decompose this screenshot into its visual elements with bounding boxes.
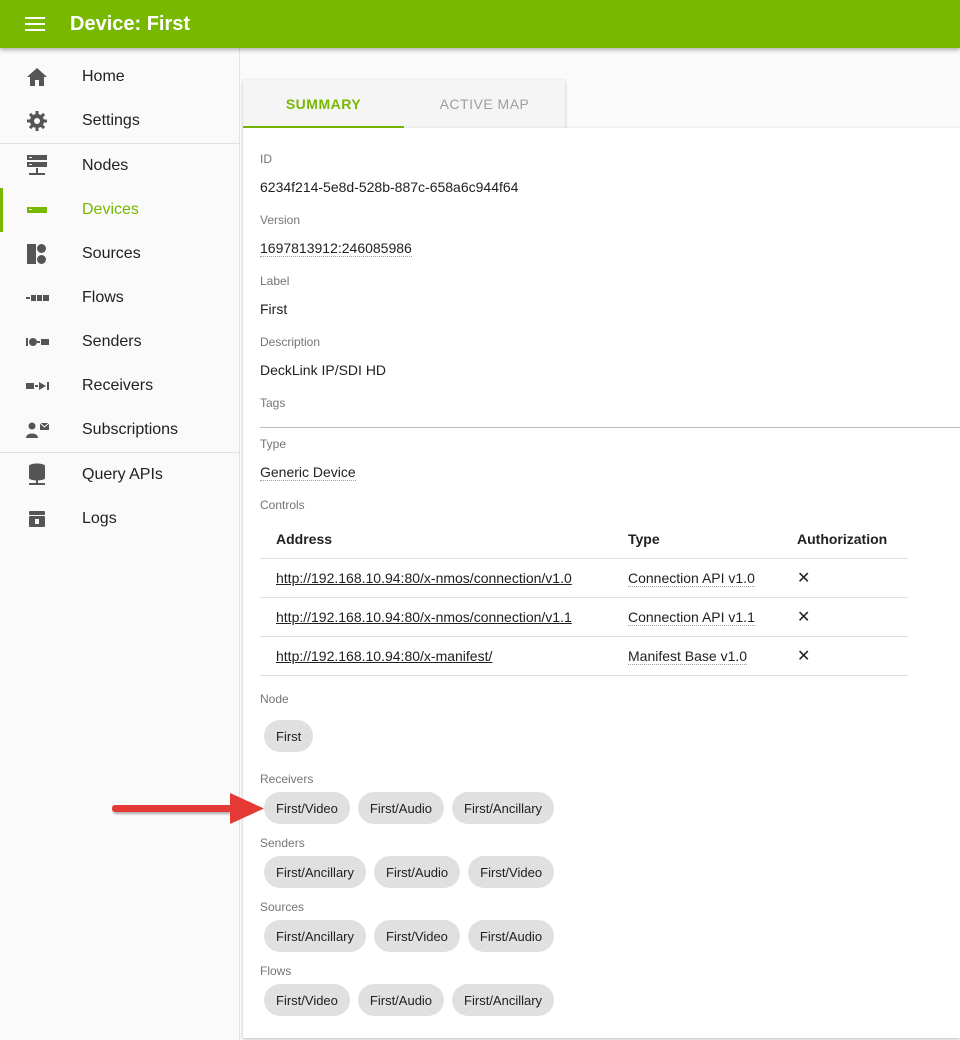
sidebar-item-subscriptions[interactable]: Subscriptions xyxy=(0,408,239,452)
tab-bar: SUMMARY ACTIVE MAP xyxy=(243,80,565,128)
sidebar-item-flows[interactable]: Flows xyxy=(0,276,239,320)
label-value: First xyxy=(260,301,288,317)
close-icon: ✕ xyxy=(797,569,811,587)
id-label: ID xyxy=(260,152,272,166)
annotation-arrow-icon xyxy=(112,793,264,824)
senders-chips: First/Ancillary First/Audio First/Video xyxy=(264,856,555,888)
chip-source[interactable]: First/Audio xyxy=(467,920,555,952)
chip-flow[interactable]: First/Ancillary xyxy=(452,984,555,1016)
table-row: http://192.168.10.94:80/x-manifest/ Mani… xyxy=(260,636,908,676)
chip-source[interactable]: First/Ancillary xyxy=(264,920,367,952)
control-address-link[interactable]: http://192.168.10.94:80/x-nmos/connectio… xyxy=(276,570,572,586)
label-label: Label xyxy=(260,274,290,288)
sidebar-item-senders[interactable]: Senders xyxy=(0,320,239,364)
sidebar-item-label: Receivers xyxy=(82,377,154,394)
control-type: Connection API v1.0 xyxy=(628,569,755,587)
chip-receiver[interactable]: First/Ancillary xyxy=(452,792,555,824)
sources-chips: First/Ancillary First/Video First/Audio xyxy=(264,920,555,952)
version-value: 1697813912:246085986 xyxy=(260,240,412,257)
sidebar-item-label: Sources xyxy=(82,245,141,262)
description-value: DeckLink IP/SDI HD xyxy=(260,362,387,378)
sources-icon xyxy=(0,232,82,276)
senders-label: Senders xyxy=(260,836,305,850)
subscriptions-icon xyxy=(0,408,82,452)
chip-flow[interactable]: First/Audio xyxy=(357,984,445,1016)
page-title: Device: First xyxy=(70,12,191,35)
flows-chips: First/Video First/Audio First/Ancillary xyxy=(264,984,555,1016)
sidebar-item-label: Query APIs xyxy=(82,466,163,483)
control-address-link[interactable]: http://192.168.10.94:80/x-nmos/connectio… xyxy=(276,609,572,625)
sidebar-item-label: Devices xyxy=(82,201,139,218)
control-type: Manifest Base v1.0 xyxy=(628,647,748,665)
sidebar-item-label: Home xyxy=(82,68,125,85)
menu-button[interactable] xyxy=(0,0,70,48)
version-label: Version xyxy=(260,213,301,227)
sidebar-item-query-apis[interactable]: Query APIs xyxy=(0,453,239,497)
device-card: SUMMARY ACTIVE MAP ID 6234f214-5e8d-528b… xyxy=(243,80,960,1038)
database-icon xyxy=(0,453,82,497)
chip-node[interactable]: First xyxy=(264,720,314,752)
chip-receiver[interactable]: First/Audio xyxy=(357,792,445,824)
flows-icon xyxy=(0,276,82,320)
sidebar-item-logs[interactable]: Logs xyxy=(0,497,239,541)
column-header-type: Type xyxy=(612,520,781,559)
flows-label: Flows xyxy=(260,964,292,978)
chip-receiver[interactable]: First/Video xyxy=(264,792,350,824)
chip-sender[interactable]: First/Video xyxy=(468,856,555,888)
receivers-icon xyxy=(0,364,82,408)
receivers-label: Receivers xyxy=(260,772,314,786)
sidebar-item-nodes[interactable]: Nodes xyxy=(0,144,239,188)
type-value: Generic Device xyxy=(260,464,356,481)
type-label: Type xyxy=(260,437,287,451)
id-value: 6234f214-5e8d-528b-887c-658a6c944f64 xyxy=(260,179,519,195)
nodes-icon xyxy=(0,144,82,188)
control-type: Connection API v1.1 xyxy=(628,608,755,626)
logs-icon xyxy=(0,497,82,541)
receivers-chips: First/Video First/Audio First/Ancillary xyxy=(264,792,555,824)
control-address-link[interactable]: http://192.168.10.94:80/x-manifest/ xyxy=(276,648,492,664)
column-header-address: Address xyxy=(260,520,612,559)
sidebar-item-label: Senders xyxy=(82,333,142,350)
app-bar: Device: First xyxy=(0,0,960,48)
node-chips: First xyxy=(264,720,314,752)
chip-flow[interactable]: First/Video xyxy=(264,984,350,1016)
devices-icon xyxy=(0,188,82,232)
close-icon: ✕ xyxy=(797,647,811,665)
table-row: http://192.168.10.94:80/x-nmos/connectio… xyxy=(260,597,908,637)
controls-table: Address Type Authorization http://192.16… xyxy=(260,520,908,676)
sidebar-item-label: Subscriptions xyxy=(82,421,179,438)
table-header-row: Address Type Authorization xyxy=(260,520,908,559)
chip-source[interactable]: First/Video xyxy=(374,920,460,952)
column-header-authorization: Authorization xyxy=(781,520,908,559)
sidebar-item-sources[interactable]: Sources xyxy=(0,232,239,276)
node-label: Node xyxy=(260,692,289,706)
senders-icon xyxy=(0,320,82,364)
chip-sender[interactable]: First/Ancillary xyxy=(264,856,367,888)
tab-active-map[interactable]: ACTIVE MAP xyxy=(404,80,565,128)
sidebar-item-devices[interactable]: Devices xyxy=(0,188,239,232)
close-icon: ✕ xyxy=(797,608,811,626)
description-label: Description xyxy=(260,335,321,349)
gear-icon xyxy=(0,99,82,143)
tab-summary[interactable]: SUMMARY xyxy=(243,80,404,128)
sidebar-item-label: Logs xyxy=(82,510,117,527)
sidebar-item-receivers[interactable]: Receivers xyxy=(0,364,239,408)
tags-divider xyxy=(260,427,960,428)
sidebar: Home Settings Nodes Devices Sources Flow… xyxy=(0,48,240,1040)
sidebar-item-home[interactable]: Home xyxy=(0,55,239,99)
summary-panel: ID 6234f214-5e8d-528b-887c-658a6c944f64 … xyxy=(243,128,960,1038)
sidebar-item-settings[interactable]: Settings xyxy=(0,99,239,143)
sources-label: Sources xyxy=(260,900,305,914)
table-row: http://192.168.10.94:80/x-nmos/connectio… xyxy=(260,558,908,598)
chip-sender[interactable]: First/Audio xyxy=(374,856,461,888)
sidebar-item-label: Nodes xyxy=(82,157,129,174)
menu-icon xyxy=(25,17,45,31)
sidebar-item-label: Settings xyxy=(82,112,140,129)
controls-label: Controls xyxy=(260,498,305,512)
sidebar-item-label: Flows xyxy=(82,289,124,306)
home-icon xyxy=(0,55,82,99)
tags-label: Tags xyxy=(260,396,286,410)
